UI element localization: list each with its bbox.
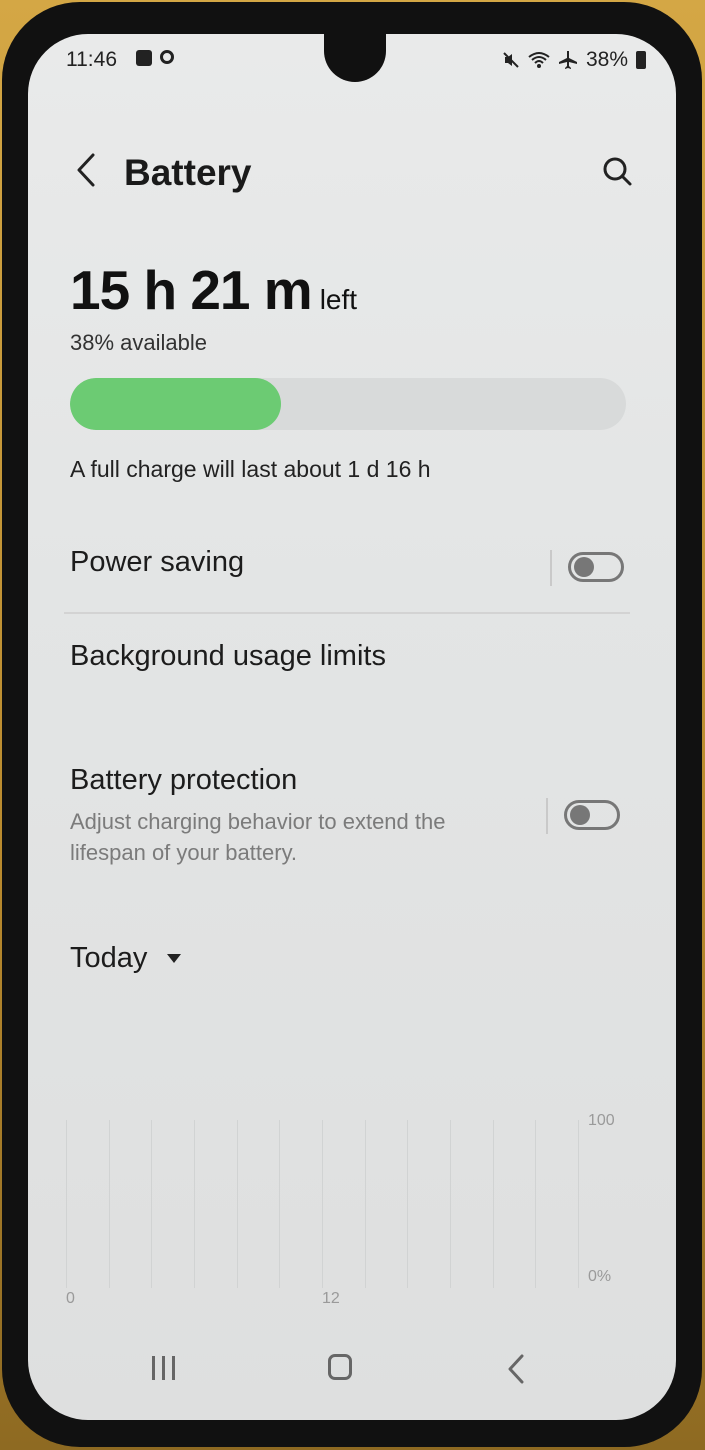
chart-gridline xyxy=(237,1120,238,1288)
battery-level-bar xyxy=(70,378,626,430)
power-saving-toggle[interactable] xyxy=(568,552,624,582)
status-time: 11:46 xyxy=(66,48,117,71)
device-body: 11:46 38% Battery 15 h 21 m left 38% ava… xyxy=(2,2,702,1447)
navigation-bar xyxy=(28,1328,676,1420)
airplane-icon xyxy=(558,51,577,69)
back-button[interactable] xyxy=(68,148,104,192)
divider xyxy=(64,612,630,614)
chart-gridline xyxy=(109,1120,110,1288)
battery-protection-toggle[interactable] xyxy=(564,800,620,830)
chart-gridline xyxy=(279,1120,280,1288)
chart-gridline xyxy=(578,1120,579,1288)
recents-icon[interactable] xyxy=(152,1356,175,1380)
camera-notch xyxy=(324,34,386,82)
power-saving-label: Power saving xyxy=(70,546,245,578)
chart-gridline xyxy=(365,1120,366,1288)
chart-gridline xyxy=(535,1120,536,1288)
period-dropdown[interactable]: Today xyxy=(70,942,182,975)
chart-gridline xyxy=(450,1120,451,1288)
time-left-suffix: left xyxy=(319,284,358,315)
battery-protection-label: Battery protection xyxy=(70,764,298,796)
battery-percent: 38% xyxy=(585,48,628,71)
x-tick-label: 0 xyxy=(66,1290,75,1307)
app-header: Battery xyxy=(28,144,676,204)
chart-gridline xyxy=(151,1120,152,1288)
time-remaining: 15 h 21 m left xyxy=(70,258,357,322)
full-charge-estimate: A full charge will last about 1 d 16 h xyxy=(70,456,431,482)
screen: 11:46 38% Battery 15 h 21 m left 38% ava… xyxy=(28,34,676,1420)
background-usage-limits-row[interactable]: Background usage limits xyxy=(28,624,676,694)
checkbox-notification-icon xyxy=(136,50,152,66)
y-tick-label: 100 xyxy=(588,1112,615,1129)
search-icon[interactable] xyxy=(596,150,640,194)
wifi-icon xyxy=(528,52,550,68)
x-tick-label: 12 xyxy=(322,1290,340,1307)
battery-protection-row[interactable]: Battery protection Adjust charging behav… xyxy=(28,754,676,874)
chart-gridline xyxy=(66,1120,67,1288)
chart-gridline xyxy=(493,1120,494,1288)
background-usage-limits-label: Background usage limits xyxy=(70,640,386,672)
toggle-knob xyxy=(570,805,590,825)
status-right: 38% xyxy=(502,48,646,72)
battery-usage-chart: 0 12 100 0% xyxy=(66,1112,626,1307)
period-selected: Today xyxy=(70,942,148,974)
page-title: Battery xyxy=(124,152,252,193)
time-left-value: 15 h 21 m xyxy=(70,259,313,321)
notification-icons xyxy=(136,50,174,66)
app-notification-icon xyxy=(160,50,174,64)
available-percent: 38% available xyxy=(70,330,207,355)
battery-protection-description: Adjust charging behavior to extend the l… xyxy=(70,809,446,865)
phone-frame: 11:46 38% Battery 15 h 21 m left 38% ava… xyxy=(0,0,705,1450)
chart-gridline xyxy=(194,1120,195,1288)
dropdown-arrow-icon xyxy=(167,954,182,963)
y-tick-label: 0% xyxy=(588,1268,612,1285)
chevron-left-icon xyxy=(77,153,95,187)
home-icon[interactable] xyxy=(328,1354,352,1380)
toggle-knob xyxy=(574,557,594,577)
row-separator xyxy=(546,798,548,834)
power-saving-row[interactable]: Power saving xyxy=(28,534,676,604)
battery-icon xyxy=(636,51,646,69)
battery-level-fill xyxy=(70,378,282,430)
row-separator xyxy=(550,550,552,586)
back-icon[interactable] xyxy=(506,1354,526,1384)
mute-icon xyxy=(503,52,519,68)
chart-gridline xyxy=(407,1120,408,1288)
chart-gridline xyxy=(322,1120,323,1288)
